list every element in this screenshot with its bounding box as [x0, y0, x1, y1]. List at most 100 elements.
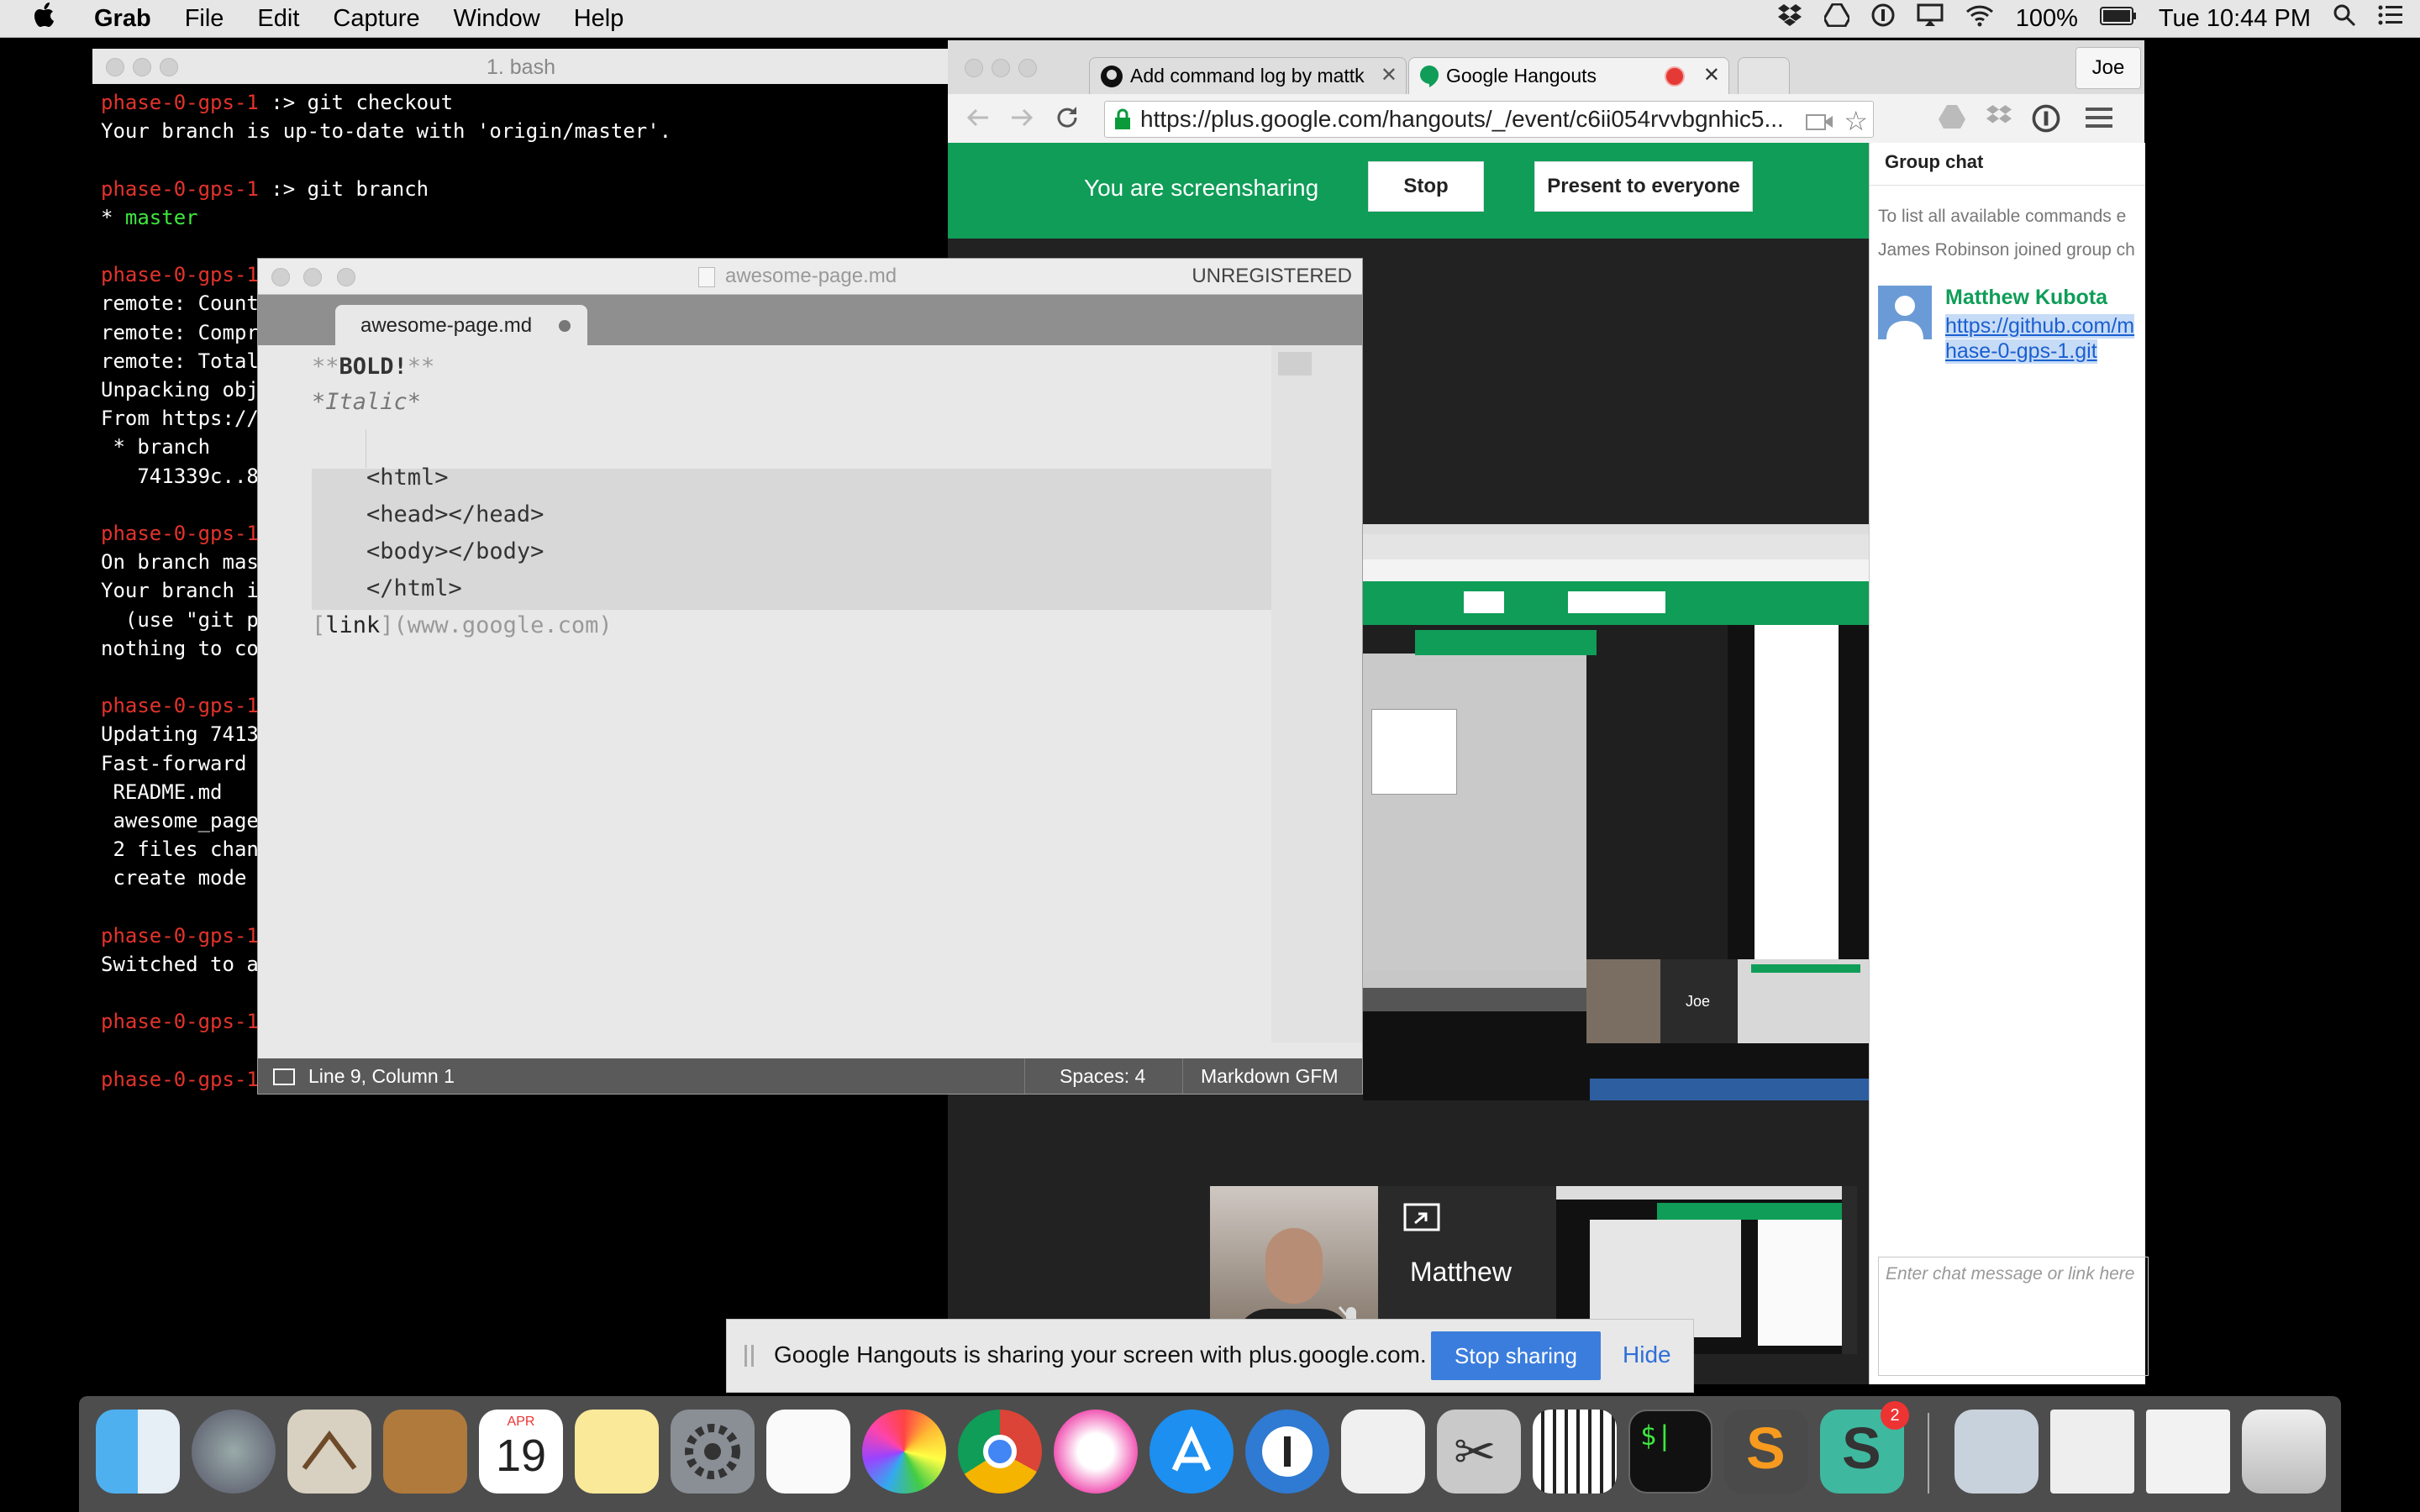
app-menu-grab[interactable]: Grab: [77, 5, 168, 33]
address-bar[interactable]: https://plus.google.com/hangouts/_/event…: [1104, 101, 1874, 138]
back-arrow-icon[interactable]: [965, 104, 992, 135]
close-window-icon[interactable]: [965, 59, 983, 77]
terminal-titlebar[interactable]: 1. bash: [92, 49, 950, 85]
terminal-line: README.md: [101, 780, 223, 804]
terminal-text: create mode 1: [101, 866, 271, 890]
terminal-line: remote: Count: [101, 291, 259, 315]
screensharing-message: You are screensharing: [1084, 175, 1319, 201]
1password-app-icon[interactable]: [1245, 1410, 1329, 1494]
spotlight-search-icon[interactable]: [2333, 3, 2356, 34]
sublime-text-icon[interactable]: S: [1724, 1410, 1808, 1494]
zoom-window-icon[interactable]: [337, 268, 355, 286]
unsaved-dot-icon[interactable]: [559, 320, 571, 332]
zoom-window-icon[interactable]: [1018, 59, 1037, 77]
forward-arrow-icon[interactable]: [1008, 104, 1035, 135]
trash-icon[interactable]: [2242, 1410, 2326, 1494]
participant-thumbnail-joe[interactable]: Joe: [1586, 959, 1738, 1043]
downloads-folder-icon[interactable]: [1954, 1410, 2039, 1494]
itunes-icon[interactable]: [1054, 1410, 1138, 1494]
camera-icon[interactable]: [1806, 110, 1834, 137]
garageband-icon[interactable]: [1533, 1410, 1617, 1494]
minimize-window-icon[interactable]: [992, 59, 1010, 77]
finder-icon[interactable]: [96, 1410, 180, 1494]
app-store-icon[interactable]: [1150, 1410, 1234, 1494]
hide-button[interactable]: Hide: [1623, 1341, 1671, 1368]
terminal-text: Unpacking obje: [101, 378, 271, 402]
calendar-icon[interactable]: APR 19: [479, 1410, 563, 1494]
menu-window[interactable]: Window: [437, 5, 557, 33]
mail-icon[interactable]: [287, 1410, 371, 1494]
terminal-prompt: phase-0-gps-1: [101, 1067, 259, 1091]
terminal-text: From https://: [101, 407, 259, 431]
google-drive-icon[interactable]: [1823, 3, 1851, 34]
editor-titlebar[interactable]: awesome-page.md UNREGISTERED: [258, 259, 1362, 295]
stop-sharing-button[interactable]: Stop sharing: [1431, 1331, 1601, 1380]
slack-icon[interactable]: S 2: [1820, 1401, 1909, 1494]
profile-button[interactable]: Joe: [2075, 47, 2141, 89]
terminal-text: Your branch is: [101, 579, 271, 603]
chrome-icon[interactable]: [958, 1410, 1042, 1494]
minimized-window-thumbnail-2[interactable]: [2146, 1410, 2230, 1494]
chat-link-line1[interactable]: https://github.com/m: [1945, 314, 2135, 339]
textedit-icon[interactable]: [1341, 1410, 1425, 1494]
terminal-line: On branch mast: [101, 550, 271, 574]
tab-close-icon[interactable]: ✕: [1703, 63, 1720, 87]
terminal-title: 1. bash: [486, 55, 555, 79]
grab-icon[interactable]: ✂: [1437, 1410, 1521, 1494]
present-to-everyone-button[interactable]: Present to everyone: [1534, 161, 1753, 212]
1password-extension-icon[interactable]: [2032, 104, 2060, 137]
iterm-icon[interactable]: $|: [1628, 1410, 1712, 1494]
apple-menu-icon[interactable]: [0, 2, 77, 35]
notification-center-icon[interactable]: [2378, 4, 2403, 33]
new-tab-button[interactable]: [1738, 57, 1790, 95]
menu-edit[interactable]: Edit: [240, 5, 316, 33]
syntax-setting[interactable]: Markdown GFM: [1201, 1065, 1339, 1088]
close-window-icon[interactable]: [271, 268, 290, 286]
menu-help[interactable]: Help: [557, 5, 641, 33]
terminal-line: phase-0-gps-1: [101, 522, 259, 545]
system-preferences-icon[interactable]: [671, 1410, 755, 1494]
drive-extension-icon[interactable]: [1938, 104, 1966, 134]
bookmark-star-icon[interactable]: ☆: [1844, 105, 1868, 137]
wifi-icon[interactable]: [1965, 3, 1994, 34]
terminal-line: * master: [101, 206, 198, 229]
airplay-icon[interactable]: [1917, 3, 1944, 34]
notes-icon[interactable]: [575, 1410, 659, 1494]
stop-screenshare-button[interactable]: Stop: [1368, 161, 1484, 212]
tab-awesome-page[interactable]: awesome-page.md: [335, 305, 587, 345]
chat-link-line2[interactable]: hase-0-gps-1.git: [1945, 339, 2097, 364]
reminders-icon[interactable]: [766, 1410, 850, 1494]
editor-code-area[interactable]: **BOLD!** *Italic* <html> <head></head> <…: [258, 345, 1362, 1042]
menu-capture[interactable]: Capture: [316, 5, 436, 33]
minimize-window-icon[interactable]: [303, 268, 322, 286]
photos-icon[interactable]: [862, 1410, 946, 1494]
contacts-icon[interactable]: [383, 1410, 467, 1494]
reload-icon[interactable]: [1054, 104, 1081, 135]
tab-github[interactable]: Add command log by mattk ✕: [1089, 57, 1407, 95]
battery-icon[interactable]: [2099, 5, 2137, 33]
participant-thumbnail-screen[interactable]: [1738, 959, 1869, 1043]
chrome-menu-icon[interactable]: [2086, 106, 2112, 134]
terminal-text: nothing to com: [101, 636, 271, 660]
1password-icon[interactable]: [1871, 3, 1895, 34]
drag-handle-icon[interactable]: [744, 1345, 755, 1371]
dropbox-extension-icon[interactable]: [1985, 104, 2013, 134]
menu-file[interactable]: File: [168, 5, 241, 33]
chat-message-input[interactable]: Enter chat message or link here: [1878, 1257, 2149, 1376]
panel-toggle-icon[interactable]: [273, 1068, 295, 1085]
terminal-text: README.md: [101, 780, 223, 804]
tab-google-hangouts[interactable]: Google Hangouts ✕: [1408, 57, 1729, 95]
minimap[interactable]: [1271, 345, 1362, 1042]
terminal-line: phase-0-gps-1: [101, 1010, 259, 1033]
minimized-window-thumbnail-1[interactable]: [2050, 1410, 2134, 1494]
tab-close-icon[interactable]: ✕: [1381, 63, 1397, 87]
cursor-position[interactable]: Line 9, Column 1: [308, 1065, 455, 1088]
indentation-setting[interactable]: Spaces: 4: [1060, 1065, 1145, 1088]
clock[interactable]: Tue 10:44 PM: [2159, 5, 2311, 33]
launchpad-icon[interactable]: [192, 1410, 276, 1494]
document-icon: [698, 267, 715, 287]
terminal-line: remote: Compre: [101, 321, 271, 344]
browser-toolbar: https://plus.google.com/hangouts/_/event…: [948, 94, 2144, 144]
screenshare-icon: [1403, 1203, 1440, 1237]
dropbox-icon[interactable]: [1777, 3, 1802, 34]
